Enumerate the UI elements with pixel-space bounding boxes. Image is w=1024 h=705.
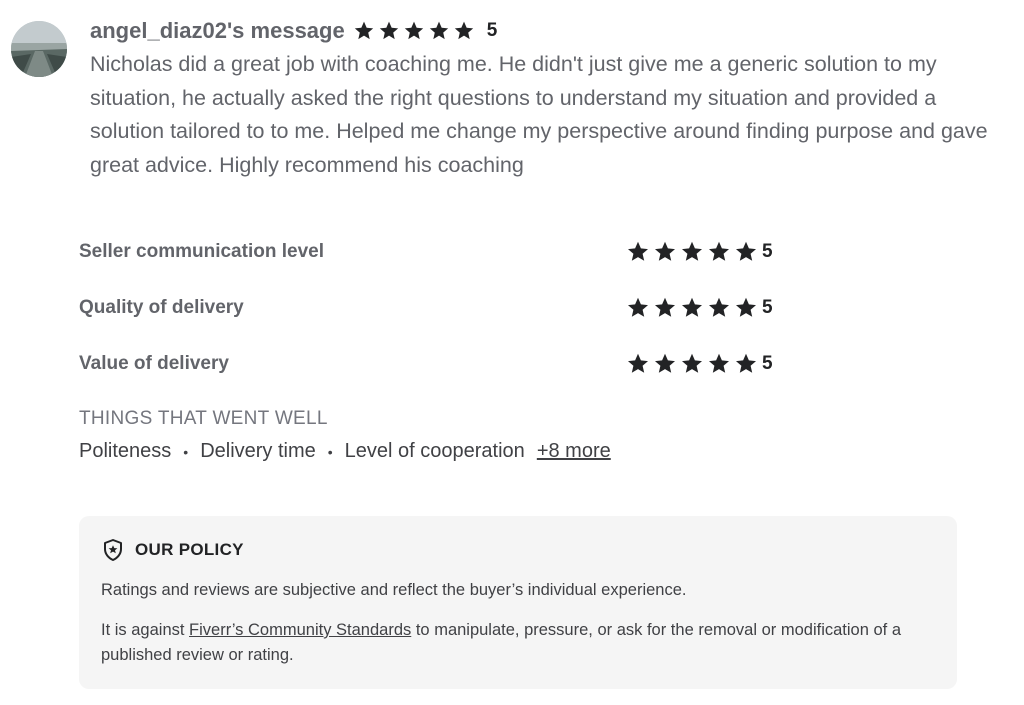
breakdown-label: Value of delivery	[79, 353, 229, 374]
avatar-photo	[11, 21, 67, 77]
show-more-link[interactable]: +8 more	[537, 440, 611, 463]
breakdown-stars	[626, 240, 758, 264]
star-icon	[736, 353, 756, 373]
review-card: angel_diaz02's message 5 Nicholas did a …	[0, 0, 1024, 705]
shield-star-icon	[104, 539, 122, 561]
star-icon	[404, 21, 423, 40]
star-icon	[429, 21, 448, 40]
star-icon	[709, 241, 729, 261]
breakdown-row-communication: Seller communication level 5	[79, 224, 799, 280]
breakdown-value: 5	[762, 241, 773, 262]
breakdown-value: 5	[762, 297, 773, 318]
avatar[interactable]	[11, 21, 67, 77]
review-message: Nicholas did a great job with coaching m…	[90, 52, 988, 177]
went-well-item: Level of cooperation	[344, 440, 525, 462]
star-icon	[628, 297, 648, 317]
star-icon	[709, 353, 729, 373]
reviewer-username[interactable]: angel_diaz02's message	[90, 18, 345, 44]
star-icon	[682, 241, 702, 261]
star-icon	[682, 353, 702, 373]
went-well-item: Delivery time	[200, 440, 316, 462]
separator-dot: •	[327, 443, 333, 460]
star-icon	[709, 297, 729, 317]
star-icon	[628, 241, 648, 261]
breakdown-value: 5	[762, 353, 773, 374]
separator-dot: •	[183, 443, 189, 460]
went-well-list: Politeness • Delivery time • Level of co…	[79, 440, 611, 463]
community-standards-link[interactable]: Fiverr’s Community Standards	[189, 621, 411, 639]
policy-text: It is against	[101, 621, 190, 639]
star-icon	[354, 21, 373, 40]
star-icon	[379, 21, 398, 40]
star-icon	[628, 353, 648, 373]
star-icon	[655, 353, 675, 373]
review-rating-value: 5	[486, 20, 498, 41]
star-icon	[682, 297, 702, 317]
review-star-rating	[353, 20, 475, 42]
star-icon	[454, 21, 473, 40]
breakdown-label: Seller communication level	[79, 241, 324, 262]
policy-paragraph: Ratings and reviews are subjective and r…	[101, 581, 687, 599]
star-icon	[655, 297, 675, 317]
star-icon	[655, 241, 675, 261]
policy-box: OUR POLICY Ratings and reviews are subje…	[79, 516, 957, 689]
breakdown-row-value: Value of delivery 5	[79, 336, 799, 392]
review-header: angel_diaz02's message 5	[90, 16, 497, 46]
went-well-title: THINGS THAT WENT WELL	[79, 408, 328, 429]
star-icon	[736, 241, 756, 261]
went-well-item: Politeness	[79, 440, 172, 462]
star-icon	[736, 297, 756, 317]
breakdown-row-quality: Quality of delivery 5	[79, 280, 799, 336]
breakdown-stars	[626, 296, 758, 320]
breakdown-stars	[626, 352, 758, 376]
breakdown-label: Quality of delivery	[79, 297, 244, 318]
policy-header: OUR POLICY	[101, 538, 935, 562]
policy-title: OUR POLICY	[135, 540, 244, 559]
rating-breakdown: Seller communication level 5 Quality of …	[79, 224, 799, 392]
policy-paragraph: It is against Fiverr’s Community Standar…	[101, 618, 935, 668]
